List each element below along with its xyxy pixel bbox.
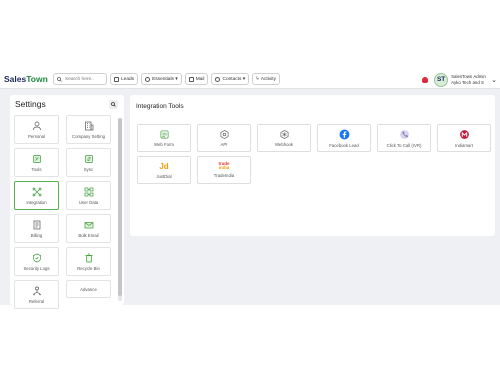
indiamart-icon bbox=[459, 129, 469, 139]
building-icon bbox=[84, 121, 93, 130]
settings-item-user-data[interactable]: User Data bbox=[66, 181, 111, 210]
sync-icon bbox=[84, 154, 93, 163]
nav-mail[interactable]: Mail bbox=[184, 73, 209, 85]
settings-item-bulk-email[interactable]: Bulk Email bbox=[66, 214, 111, 243]
settings-scrollbar-thumb[interactable] bbox=[118, 118, 122, 296]
app-window: SalesTown Search here.. Leads Essentials… bbox=[0, 70, 500, 309]
settings-scrollbar[interactable] bbox=[118, 118, 122, 301]
integration-click-to-call[interactable]: Click To Call (IVR) bbox=[377, 124, 431, 152]
contacts-icon bbox=[215, 76, 221, 82]
user-company: Ayko Tech and S bbox=[451, 79, 484, 85]
facebook-icon bbox=[339, 129, 349, 139]
settings-item-personal[interactable]: Personal bbox=[14, 115, 59, 144]
settings-item-company-setting[interactable]: Company Setting bbox=[66, 115, 111, 144]
integration-webhook[interactable]: Webhook bbox=[257, 124, 311, 152]
justdial-icon: Jd bbox=[159, 161, 169, 171]
settings-item-integration[interactable]: Integration bbox=[14, 181, 59, 210]
search-placeholder: Search here.. bbox=[65, 76, 94, 82]
nav-activity[interactable]: ϟ Activity bbox=[252, 73, 281, 85]
shield-icon bbox=[32, 253, 41, 262]
integration-justdial[interactable]: Jd JustDial bbox=[137, 156, 191, 184]
notification-bell-icon[interactable] bbox=[422, 76, 429, 83]
user-area: ST SalesTown Admin Ayko Tech and S ⌄ bbox=[422, 72, 497, 87]
search-icon bbox=[111, 102, 116, 107]
integration-icon bbox=[32, 187, 41, 196]
trash-icon bbox=[85, 253, 92, 262]
settings-item-recycle-bin[interactable]: Recycle Bin bbox=[66, 247, 111, 276]
mail-icon bbox=[188, 76, 194, 82]
search-icon bbox=[57, 76, 62, 82]
settings-title: Settings bbox=[15, 99, 46, 109]
tradeindia-icon: trade india bbox=[218, 161, 230, 170]
integration-indiamart[interactable]: Indiamart bbox=[437, 124, 491, 152]
nav-essentials[interactable]: Essentials ▾ bbox=[141, 73, 182, 85]
settings-panel: Settings Personal Company Setting Tools … bbox=[10, 95, 124, 309]
webhook-icon bbox=[280, 129, 288, 139]
person-icon bbox=[32, 121, 41, 130]
settings-item-security-logs[interactable]: Security Logs bbox=[14, 247, 59, 276]
user-info[interactable]: SalesTown Admin Ayko Tech and S bbox=[451, 74, 489, 85]
referral-icon bbox=[32, 286, 41, 295]
bulk-email-icon bbox=[84, 221, 93, 228]
integration-tools-title: Integration Tools bbox=[136, 103, 184, 110]
api-icon bbox=[220, 129, 228, 139]
settings-item-advance[interactable]: Advance bbox=[66, 280, 111, 298]
settings-item-referral[interactable]: Referral bbox=[14, 280, 59, 309]
top-navigation-bar: SalesTown Search here.. Leads Essentials… bbox=[0, 70, 500, 89]
activity-icon: ϟ bbox=[256, 75, 259, 82]
settings-item-tools[interactable]: Tools bbox=[14, 148, 59, 177]
integration-web-form[interactable]: Web Form bbox=[137, 124, 191, 152]
integration-tradeindia[interactable]: trade india TradeIndia bbox=[197, 156, 251, 184]
integration-tools-panel: Integration Tools Web Form API Webhook F… bbox=[130, 95, 495, 236]
essentials-icon bbox=[145, 76, 151, 82]
user-name: SalesTown Admin bbox=[451, 74, 486, 79]
integration-facebook-lead[interactable]: Facebook Lead bbox=[317, 124, 371, 152]
integration-api[interactable]: API bbox=[197, 124, 251, 152]
settings-search-button[interactable] bbox=[109, 100, 118, 109]
nav-contacts[interactable]: Contacts ▾ bbox=[211, 73, 250, 85]
web-form-icon bbox=[160, 130, 168, 138]
chevron-down-icon[interactable]: ⌄ bbox=[491, 76, 497, 84]
settings-item-billing[interactable]: Billing bbox=[14, 214, 59, 243]
avatar[interactable]: ST bbox=[434, 72, 449, 87]
tools-icon bbox=[32, 154, 41, 163]
user-data-icon bbox=[84, 187, 93, 196]
brand-logo[interactable]: SalesTown bbox=[4, 74, 50, 84]
global-search-input[interactable]: Search here.. bbox=[53, 73, 107, 85]
nav-leads[interactable]: Leads bbox=[110, 73, 139, 85]
settings-item-sync[interactable]: Sync bbox=[66, 148, 111, 177]
billing-icon bbox=[33, 220, 40, 229]
leads-icon bbox=[114, 76, 119, 82]
phone-icon bbox=[399, 129, 409, 139]
